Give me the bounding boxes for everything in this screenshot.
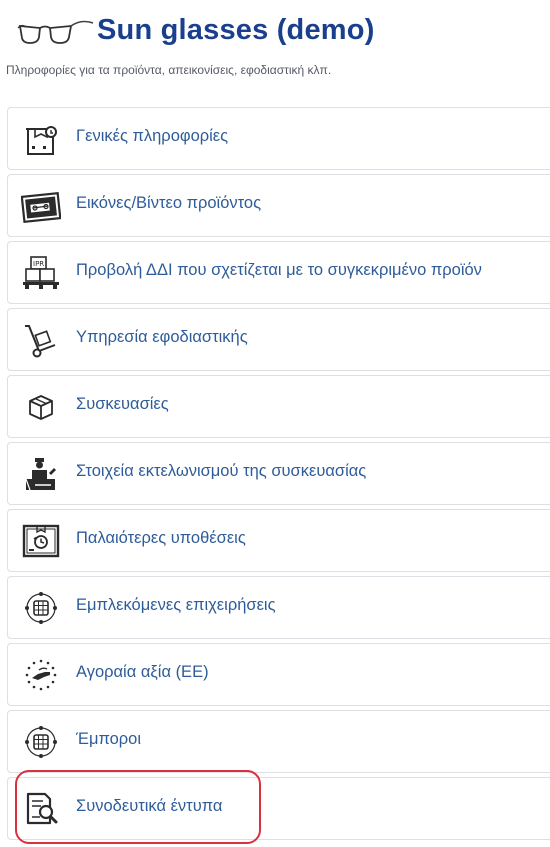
menu-item-label: Στοιχεία εκτελωνισμού της συσκευασίας (76, 462, 367, 480)
header: Sun glasses (demo) Πληροφορίες για τα πρ… (0, 0, 550, 80)
menu-item-label: Παλαιότερες υποθέσεις (76, 529, 246, 547)
businesses-network-icon (21, 589, 61, 627)
page-subtitle: Πληροφορίες για τα προϊόντα, απεικονίσει… (6, 63, 332, 77)
hand-truck-icon (21, 321, 61, 359)
menu-item-label: Υπηρεσία εφοδιαστικής (76, 328, 248, 346)
pallet-boxes-icon: IPR (21, 254, 61, 292)
menu-item-label: Γενικές πληροφορίες (76, 127, 229, 145)
menu-item-market-value[interactable]: Αγοραία αξία (ΕΕ) (7, 643, 550, 706)
traders-network-icon (21, 723, 61, 761)
page-title: Sun glasses (demo) (97, 14, 375, 46)
menu-item-ipr-view[interactable]: IPR Προβολή ΔΔΙ που σχετίζεται με το συγ… (7, 241, 550, 304)
svg-text:IPR: IPR (33, 260, 44, 268)
menu-item-traders[interactable]: Έμποροι (7, 710, 550, 773)
customs-officer-icon (21, 455, 61, 493)
menu-item-packages[interactable]: Συσκευασίες (7, 375, 550, 438)
product-images-icon (21, 187, 61, 225)
info-menu: Γενικές πληροφορίες Εικόνες/Βίντεο προϊό… (7, 107, 550, 844)
menu-item-label: Αγοραία αξία (ΕΕ) (76, 663, 209, 681)
menu-item-product-images[interactable]: Εικόνες/Βίντεο προϊόντος (7, 174, 550, 237)
case-history-icon (21, 522, 61, 560)
eu-value-icon (21, 656, 61, 694)
menu-item-label: Έμποροι (76, 730, 142, 748)
menu-item-label: Προβολή ΔΔΙ που σχετίζεται με το συγκεκρ… (76, 261, 482, 279)
menu-item-label: Συνοδευτικά έντυπα (76, 797, 223, 815)
menu-item-customs-details[interactable]: Στοιχεία εκτελωνισμού της συσκευασίας (7, 442, 550, 505)
menu-item-involved-businesses[interactable]: Εμπλεκόμενες επιχειρήσεις (7, 576, 550, 639)
menu-item-accompanying-documents[interactable]: Συνοδευτικά έντυπα (7, 777, 550, 840)
package-cube-icon (21, 388, 61, 426)
menu-item-past-cases[interactable]: Παλαιότερες υποθέσεις (7, 509, 550, 572)
eyeglasses-icon (16, 16, 94, 46)
menu-item-label: Εικόνες/Βίντεο προϊόντος (76, 194, 262, 212)
menu-item-logistics-service[interactable]: Υπηρεσία εφοδιαστικής (7, 308, 550, 371)
document-search-icon (21, 790, 61, 828)
box-search-icon (21, 120, 61, 158)
menu-item-general-info[interactable]: Γενικές πληροφορίες (7, 107, 550, 170)
menu-item-label: Εμπλεκόμενες επιχειρήσεις (76, 596, 276, 614)
menu-item-label: Συσκευασίες (76, 395, 169, 413)
